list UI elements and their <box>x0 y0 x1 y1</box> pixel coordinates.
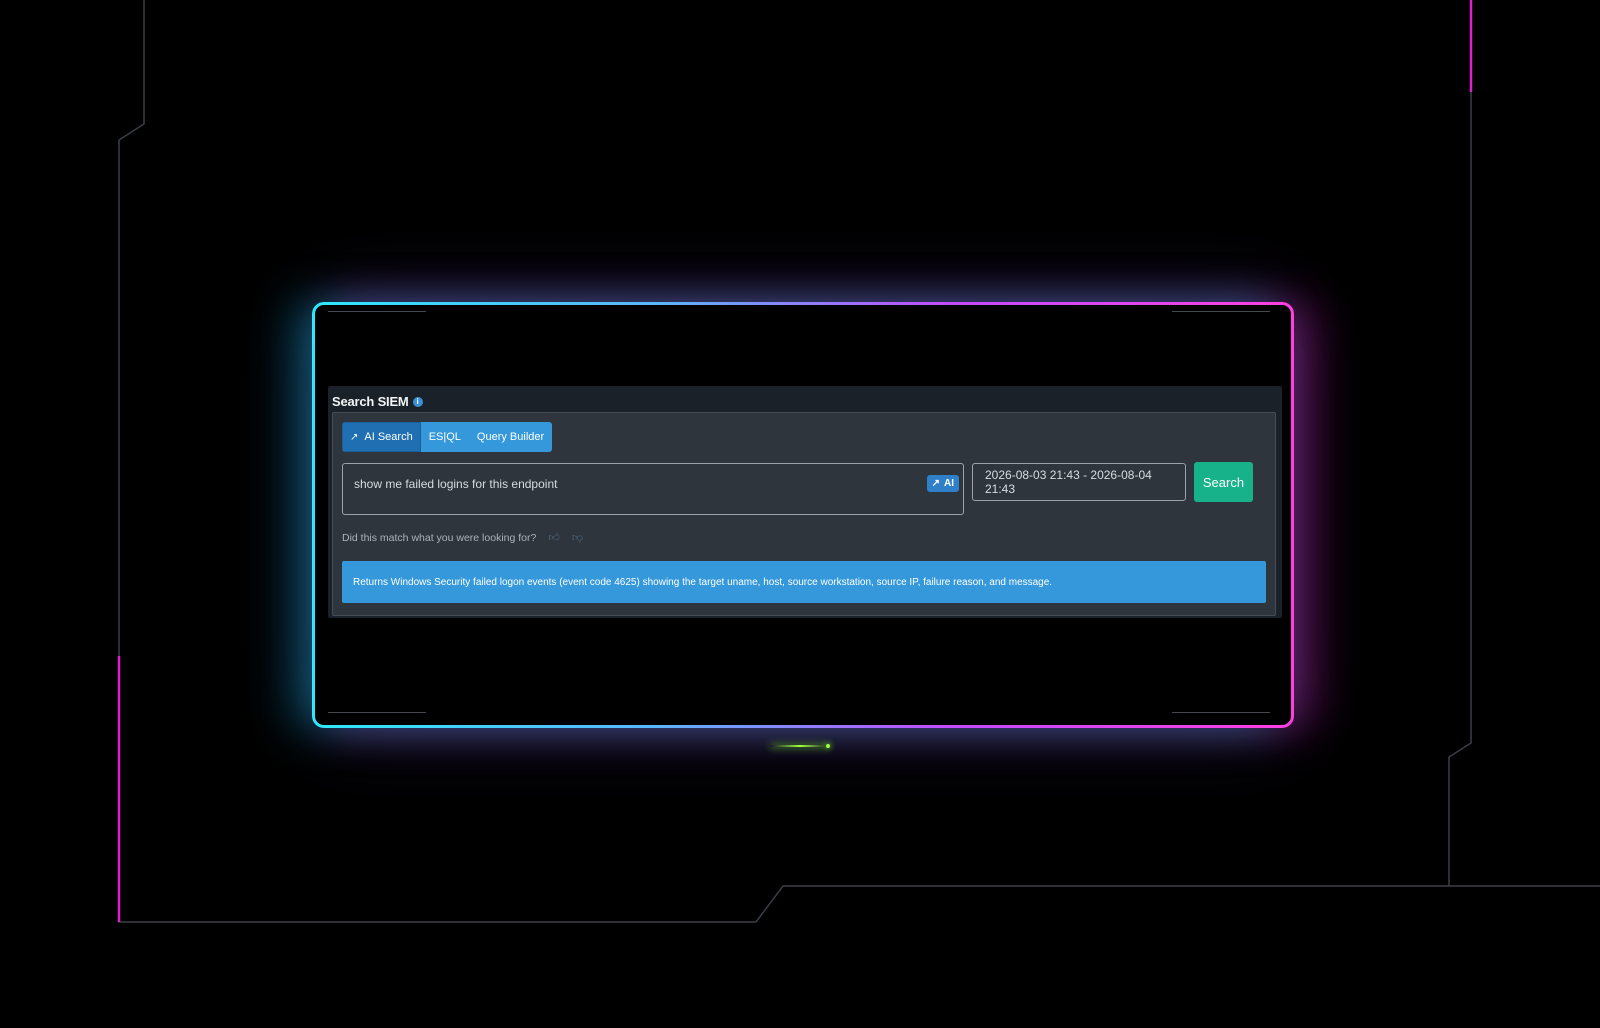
search-button[interactable]: Search <box>1194 462 1253 502</box>
feedback-row: Did this match what you were looking for… <box>342 531 583 545</box>
wand-icon: ↗ <box>931 478 940 489</box>
date-range-picker[interactable]: 2026-08-03 21:43 - 2026-08-04 21:43 <box>972 463 1186 501</box>
tab-query-builder[interactable]: Query Builder <box>468 422 553 452</box>
status-glow-dot <box>826 744 830 748</box>
query-text: show me failed logins for this endpoint <box>354 477 558 491</box>
date-range-value: 2026-08-03 21:43 - 2026-08-04 21:43 <box>985 468 1152 496</box>
query-explanation-text: Returns Windows Security failed logon ev… <box>353 576 1053 588</box>
tab-label: AI Search <box>364 431 413 443</box>
frame-corner-tick <box>328 311 426 312</box>
tab-esql[interactable]: ES|QL <box>420 422 469 452</box>
ai-query-input[interactable]: show me failed logins for this endpoint … <box>342 463 964 515</box>
wand-icon: ↗ <box>350 431 359 443</box>
tab-label: ES|QL <box>428 431 461 443</box>
tab-label: Query Builder <box>476 431 545 443</box>
frame-corner-tick <box>328 712 426 713</box>
search-mode-tabs: ↗ AI Search ES|QL Query Builder <box>342 422 553 452</box>
frame-corner-tick <box>1172 311 1270 312</box>
panel-body: ↗ AI Search ES|QL Query Builder show me … <box>332 412 1276 616</box>
panel-title-text: Search SIEM <box>332 394 409 409</box>
info-icon[interactable]: i <box>412 396 423 407</box>
ai-assist-button[interactable]: ↗ AI <box>926 475 959 492</box>
stage: Search SIEM i ↗ AI Search ES|QL Query Bu… <box>0 0 1600 1028</box>
thumbs-down-icon[interactable]: 👎︎ <box>572 531 583 544</box>
query-explanation-banner: Returns Windows Security failed logon ev… <box>342 561 1266 603</box>
thumbs-up-icon[interactable]: 👍︎ <box>548 531 560 544</box>
ai-badge-label: AI <box>944 478 954 489</box>
frame-corner-tick <box>1172 712 1270 713</box>
feedback-prompt: Did this match what you were looking for… <box>342 531 537 544</box>
search-siem-panel: Search SIEM i ↗ AI Search ES|QL Query Bu… <box>328 386 1282 618</box>
tab-ai-search[interactable]: ↗ AI Search <box>342 422 421 452</box>
panel-title: Search SIEM i <box>332 394 423 409</box>
status-glow-line <box>770 745 830 747</box>
